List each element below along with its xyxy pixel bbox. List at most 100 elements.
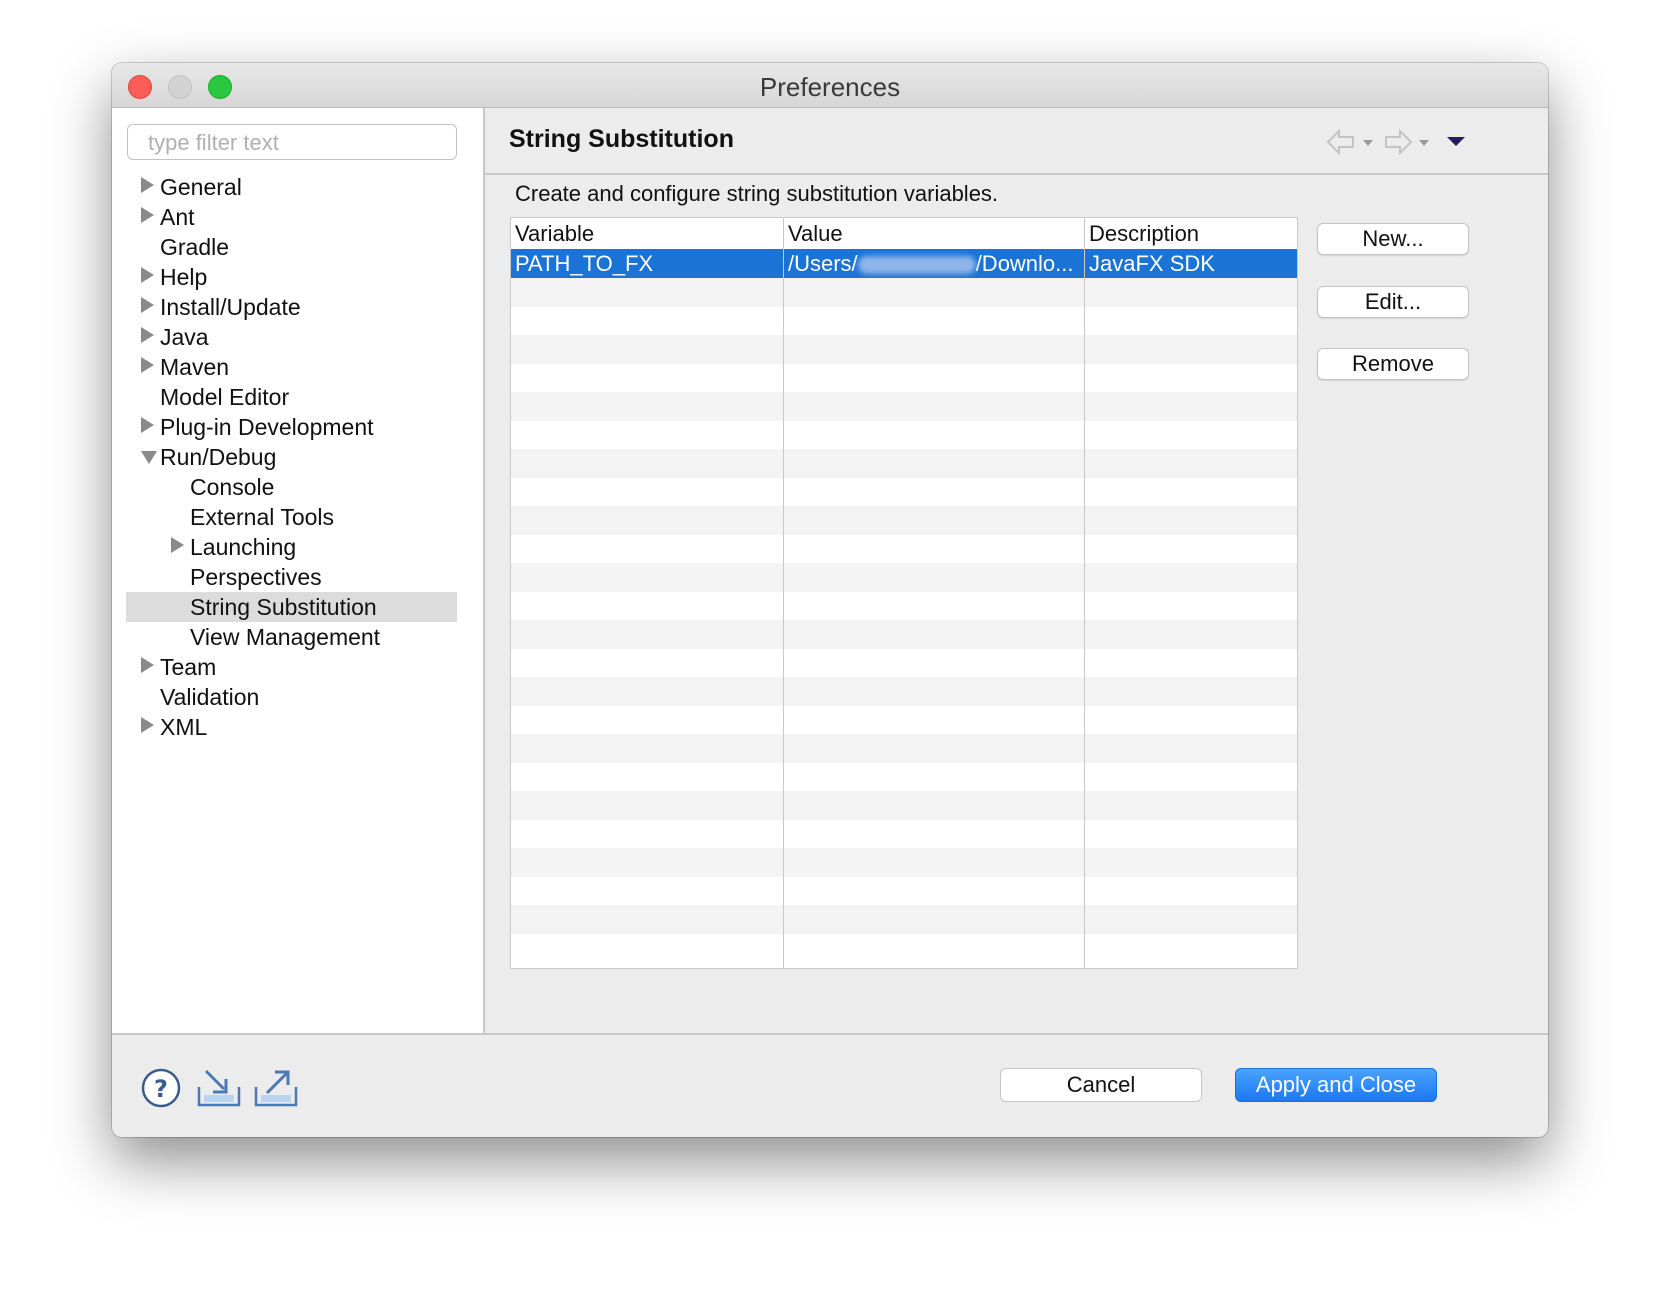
tree-item-view-management[interactable]: View Management <box>112 622 483 652</box>
filter-input[interactable]: type filter text <box>127 124 457 160</box>
empty-table-row <box>511 363 1297 392</box>
tree-item-label: External Tools <box>190 504 335 530</box>
collapsed-arrow-icon[interactable] <box>141 267 154 283</box>
empty-table-row <box>511 562 1297 592</box>
redacted-username <box>857 256 976 275</box>
tree-item-plug-in-development[interactable]: Plug-in Development <box>112 412 483 442</box>
back-arrow-icon[interactable] <box>1325 128 1375 156</box>
tree-item-label: Ant <box>160 204 195 230</box>
tree-item-install-update[interactable]: Install/Update <box>112 292 483 322</box>
collapsed-arrow-icon[interactable] <box>141 657 154 673</box>
table-header: Variable Value Description <box>511 218 1297 248</box>
tree-item-label: Gradle <box>160 234 230 260</box>
empty-table-row <box>511 306 1297 335</box>
column-divider <box>1084 218 1085 968</box>
page-header: String Substitution <box>485 108 1548 175</box>
tree-item-label: General <box>160 174 242 200</box>
column-header-variable[interactable]: Variable <box>515 221 594 247</box>
tree-item-label: View Management <box>190 624 381 650</box>
column-header-description[interactable]: Description <box>1089 221 1199 247</box>
apply-and-close-button[interactable]: Apply and Close <box>1235 1068 1437 1102</box>
empty-table-row <box>511 534 1297 563</box>
value-cell: /Users/ /Downlo... <box>788 251 1074 277</box>
collapsed-arrow-icon[interactable] <box>141 297 154 313</box>
cancel-button[interactable]: Cancel <box>1000 1068 1202 1102</box>
empty-table-row <box>511 676 1297 706</box>
collapsed-arrow-icon[interactable] <box>171 537 184 553</box>
tree-item-label: Java <box>160 324 209 350</box>
empty-table-row <box>511 733 1297 763</box>
import-icon[interactable] <box>196 1067 242 1109</box>
variables-table: PATH_TO_FX/Users/ /Downlo... JavaFX SDK Va… <box>510 217 1298 969</box>
collapsed-arrow-icon[interactable] <box>141 357 154 373</box>
tree-item-ant[interactable]: Ant <box>112 202 483 232</box>
tree-item-string-substitution[interactable]: String Substitution <box>126 592 457 622</box>
tree-item-launching[interactable]: Launching <box>112 532 483 562</box>
expanded-arrow-icon[interactable] <box>141 451 157 464</box>
edit-variable-button[interactable]: Edit... <box>1317 286 1469 318</box>
empty-table-row <box>511 505 1297 535</box>
column-header-value[interactable]: Value <box>788 221 843 247</box>
empty-table-row <box>511 819 1297 848</box>
preference-tree: General Ant Gradle Help Install/Update Java Ma… <box>112 172 483 742</box>
tree-item-xml[interactable]: XML <box>112 712 483 742</box>
tree-item-label: Perspectives <box>190 564 322 590</box>
table-row[interactable]: PATH_TO_FX/Users/ /Downlo... JavaFX SDK <box>511 249 1297 278</box>
export-icon[interactable] <box>253 1067 299 1109</box>
tree-item-label: Team <box>160 654 217 680</box>
tree-item-label: Help <box>160 264 208 290</box>
empty-table-row <box>511 648 1297 677</box>
empty-table-row <box>511 420 1297 449</box>
empty-table-row <box>511 847 1297 877</box>
tree-item-label: XML <box>160 714 208 740</box>
tree-item-general[interactable]: General <box>112 172 483 202</box>
help-icon[interactable]: ? <box>140 1067 182 1109</box>
tree-item-label: String Substitution <box>190 594 377 620</box>
tree-item-validation[interactable]: Validation <box>112 682 483 712</box>
tree-item-label: Run/Debug <box>160 444 277 470</box>
page-title: String Substitution <box>509 125 734 153</box>
empty-table-row <box>511 904 1297 934</box>
tree-item-model-editor[interactable]: Model Editor <box>112 382 483 412</box>
empty-table-row <box>511 876 1297 905</box>
description-cell: JavaFX SDK <box>1089 251 1215 276</box>
dialog-footer: ? Cancel Apply and Close <box>112 1033 1548 1137</box>
tree-item-external-tools[interactable]: External Tools <box>112 502 483 532</box>
preferences-window: Preferences type filter text General Ant G… <box>112 63 1548 1137</box>
empty-table-row <box>511 448 1297 478</box>
tree-item-console[interactable]: Console <box>112 472 483 502</box>
collapsed-arrow-icon[interactable] <box>141 177 154 193</box>
tree-item-label: Maven <box>160 354 230 380</box>
empty-table-row <box>511 591 1297 620</box>
collapsed-arrow-icon[interactable] <box>141 327 154 343</box>
tree-item-team[interactable]: Team <box>112 652 483 682</box>
preference-tree-pane: type filter text General Ant Gradle Help Ins… <box>112 108 485 1033</box>
view-menu-icon[interactable] <box>1445 128 1467 156</box>
tree-item-label: Launching <box>190 534 297 560</box>
variable-cell: PATH_TO_FX <box>515 251 654 276</box>
svg-text:?: ? <box>154 1075 168 1103</box>
empty-table-row <box>511 933 1297 962</box>
forward-arrow-icon[interactable] <box>1383 128 1433 156</box>
tree-item-java[interactable]: Java <box>112 322 483 352</box>
empty-table-row <box>511 391 1297 421</box>
remove-variable-button[interactable]: Remove <box>1317 348 1469 380</box>
tree-item-maven[interactable]: Maven <box>112 352 483 382</box>
tree-item-label: Plug-in Development <box>160 414 374 440</box>
empty-table-row <box>511 619 1297 649</box>
empty-table-row <box>511 790 1297 820</box>
collapsed-arrow-icon[interactable] <box>141 417 154 433</box>
column-divider <box>783 218 784 968</box>
tree-item-gradle[interactable]: Gradle <box>112 232 483 262</box>
tree-item-run-debug[interactable]: Run/Debug <box>112 442 483 472</box>
tree-item-perspectives[interactable]: Perspectives <box>112 562 483 592</box>
tree-item-label: Model Editor <box>160 384 290 410</box>
tree-item-help[interactable]: Help <box>112 262 483 292</box>
tree-item-label: Validation <box>160 684 260 710</box>
collapsed-arrow-icon[interactable] <box>141 207 154 223</box>
tree-item-label: Console <box>190 474 275 500</box>
new-variable-button[interactable]: New... <box>1317 223 1469 255</box>
empty-table-row <box>511 277 1297 307</box>
collapsed-arrow-icon[interactable] <box>141 717 154 733</box>
value-suffix: /Downlo... <box>975 251 1074 276</box>
